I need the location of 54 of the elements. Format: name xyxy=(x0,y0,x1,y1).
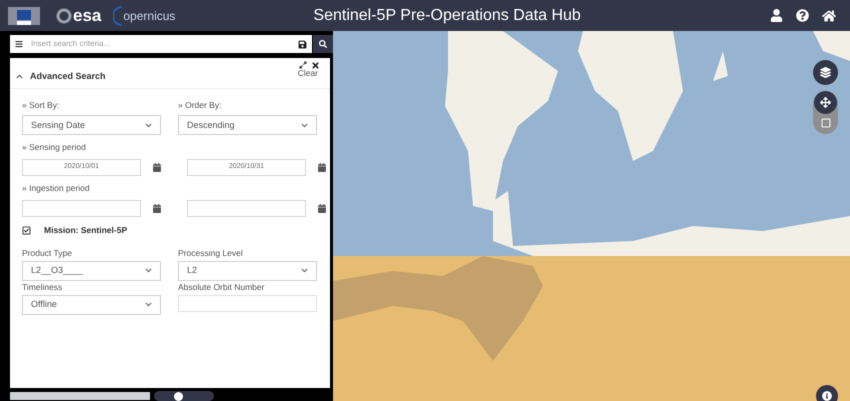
menu-icon[interactable] xyxy=(15,40,23,48)
mission-checkbox[interactable] xyxy=(22,226,31,235)
collapse-toggle[interactable] xyxy=(16,73,23,80)
help-icon[interactable] xyxy=(796,9,809,22)
chevron-icon xyxy=(145,122,152,129)
field-label: Product Type xyxy=(22,248,73,258)
calendar-icon[interactable] xyxy=(153,163,161,172)
select-field[interactable]: Sensing Date xyxy=(22,115,161,136)
chevron-icon xyxy=(301,267,308,274)
panel-title: Advanced Search xyxy=(30,70,106,83)
calendar-icon[interactable] xyxy=(318,204,326,213)
select-area-button[interactable] xyxy=(820,118,830,128)
date-field[interactable] xyxy=(22,200,141,217)
pan-button[interactable] xyxy=(814,91,837,114)
user-icon[interactable] xyxy=(770,9,783,22)
arc-logo-icon xyxy=(113,4,124,26)
sort-label: » Order By: xyxy=(178,98,222,112)
logo-text: opernicus xyxy=(123,10,176,22)
field-label: Absolute Orbit Number xyxy=(178,282,266,292)
toggle-switch[interactable] xyxy=(154,391,214,401)
field-label: Timeliness xyxy=(22,282,64,292)
date-field[interactable] xyxy=(187,200,306,217)
input-field[interactable] xyxy=(178,294,317,312)
chevron-icon xyxy=(301,122,308,129)
search-icon xyxy=(319,40,328,48)
select-field[interactable]: Offline xyxy=(22,294,161,314)
calendar-icon[interactable] xyxy=(318,163,326,172)
info-icon xyxy=(822,391,832,401)
app-title: Sentinel-5P Pre-Operations Data Hub xyxy=(313,6,581,26)
period-label: » Sensing period xyxy=(22,141,87,154)
period-label: » Ingestion period xyxy=(22,182,91,195)
select-field[interactable]: L2 xyxy=(178,260,317,280)
search-input[interactable]: Insert search criteria... xyxy=(31,38,298,50)
select-field[interactable]: Descending xyxy=(178,115,317,136)
expand-icon[interactable] xyxy=(299,61,307,69)
search-button[interactable] xyxy=(313,35,333,53)
sort-label: » Sort By: xyxy=(22,98,60,112)
chevron-up-icon xyxy=(16,73,23,80)
mission-label: Mission: Sentinel-5P xyxy=(44,224,128,236)
ring-logo-icon xyxy=(56,8,72,24)
checked-box-icon xyxy=(22,226,31,235)
home-icon[interactable] xyxy=(822,8,836,22)
field-label: Processing Level xyxy=(178,248,244,258)
layers-icon xyxy=(820,67,831,78)
move-icon xyxy=(820,97,831,108)
close-icon[interactable] xyxy=(311,61,320,70)
search-bar[interactable]: Insert search criteria... xyxy=(10,35,312,53)
clear-link[interactable]: Clear xyxy=(298,67,318,80)
logo-text: esa xyxy=(73,7,102,24)
select-field[interactable]: L2__O3____ xyxy=(22,260,161,280)
chevron-icon xyxy=(145,267,152,274)
calendar-icon[interactable] xyxy=(153,204,161,213)
chevron-icon xyxy=(145,301,152,308)
save-icon[interactable] xyxy=(298,40,308,48)
